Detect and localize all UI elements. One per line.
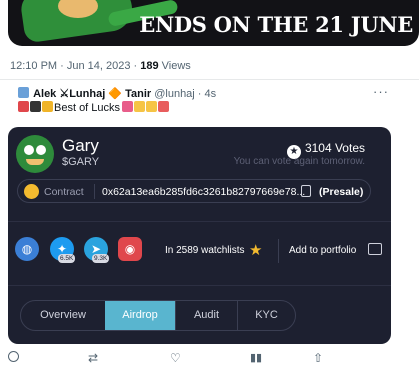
contract-separator — [94, 184, 95, 199]
token-card[interactable]: Gary $GARY ★ 3104 Votes You can vote agai… — [8, 127, 391, 344]
tweet-meta: 12:10 PM · Jun 14, 2023 · 189 Views — [10, 60, 191, 72]
like-icon[interactable]: ♡ — [170, 351, 181, 365]
user-emoji-icon — [18, 87, 29, 98]
twitter-icon[interactable]: ✦ 6.5K — [50, 237, 76, 263]
reply-text: Best of Lucks — [18, 101, 170, 114]
divider — [0, 79, 419, 80]
contract-address[interactable]: 0x62a13ea6b285fd6c3261b82797669e78... — [102, 186, 305, 198]
token-logo — [16, 135, 54, 173]
reply-header: Alek ⚔Lunhaj 🔶 Tanir @lunhaj · 4s — [18, 87, 216, 100]
tab-audit[interactable]: Audit — [175, 301, 237, 330]
contract-row: Contract 0x62a13ea6b285fd6c3261b82797669… — [17, 179, 371, 203]
reply-icon[interactable] — [8, 351, 19, 365]
vertical-divider — [278, 239, 279, 263]
card-divider — [8, 221, 391, 222]
more-options-icon[interactable]: ··· — [373, 84, 389, 99]
tweet-timestamp[interactable]: 12:10 PM · Jun 14, 2023 — [10, 60, 130, 72]
telegram-icon[interactable]: ➤ 9.3K — [84, 237, 110, 263]
watchlist-count: In 2589 watchlists — [165, 245, 245, 256]
instagram-icon[interactable]: ◉ — [118, 237, 142, 261]
reply-handle[interactable]: @lunhaj · 4s — [154, 88, 216, 100]
contract-label: Contract — [44, 186, 84, 198]
card-divider — [8, 285, 391, 286]
meta-separator: · — [130, 60, 141, 72]
promo-banner-image: ENDS ON THE 21 JUNE — [8, 0, 419, 46]
fire-icon — [18, 101, 29, 112]
vote-hint: You can vote again tomorrow. — [233, 156, 365, 167]
twitter-followers: 6.5K — [58, 254, 76, 263]
reply-author-name[interactable]: Alek ⚔Lunhaj 🔶 Tanir — [33, 88, 151, 100]
retweet-icon[interactable]: ⇄ — [88, 351, 98, 365]
add-to-portfolio-button[interactable]: Add to portfolio — [289, 245, 356, 256]
praying-hands-icon — [146, 101, 158, 112]
banner-text: ENDS ON THE 21 JUNE — [139, 12, 413, 37]
party-icon — [122, 101, 134, 112]
token-name: Gary — [62, 136, 99, 155]
views-count: 189 — [140, 60, 159, 72]
watchlist-star-icon[interactable]: ★ — [249, 241, 262, 259]
votes-text: 3104 Votes — [304, 141, 365, 155]
share-icon[interactable]: ⇧ — [313, 351, 323, 365]
telegram-members: 9.3K — [92, 254, 110, 263]
copy-icon[interactable] — [301, 185, 311, 197]
tab-overview[interactable]: Overview — [21, 301, 105, 330]
views-icon[interactable]: ▮▮ — [250, 351, 262, 364]
presale-status: (Presale) — [319, 186, 364, 198]
gift-icon — [158, 101, 170, 112]
bnb-icon — [24, 184, 39, 199]
views-label: Views — [158, 60, 191, 72]
top-icon — [30, 101, 41, 112]
token-tabs: Overview Airdrop Audit KYC — [20, 300, 296, 331]
halo-face-icon — [134, 101, 146, 112]
tab-airdrop[interactable]: Airdrop — [105, 301, 175, 330]
token-ticker: $GARY — [62, 156, 100, 168]
tab-kyc[interactable]: KYC — [237, 301, 295, 330]
website-icon[interactable]: ◍ — [15, 237, 39, 261]
medal-icon — [42, 101, 53, 112]
reply-body: Best of Lucks — [54, 102, 121, 114]
tweet-actions: ⇄ ♡ ▮▮ ⇧ — [0, 348, 419, 368]
portfolio-icon[interactable] — [368, 243, 382, 255]
